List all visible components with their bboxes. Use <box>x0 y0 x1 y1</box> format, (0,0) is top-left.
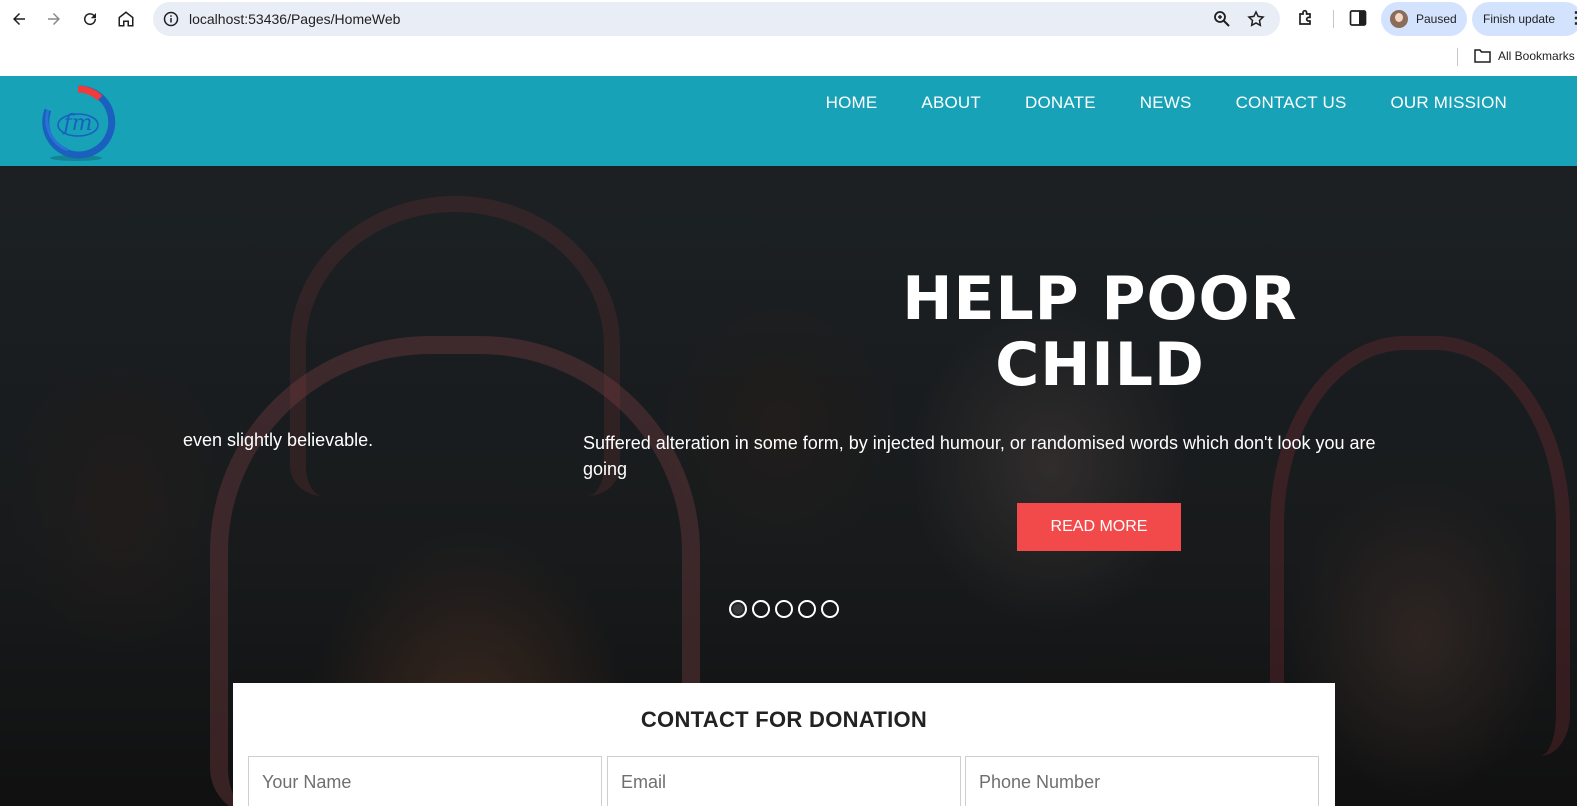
toolbar-divider <box>1333 10 1334 28</box>
phone-input[interactable] <box>966 757 1318 806</box>
donation-form: CONTACT FOR DONATION <box>233 683 1335 806</box>
extensions-icon[interactable] <box>1296 8 1316 28</box>
nav-contact-us[interactable]: CONTACT US <box>1236 93 1347 113</box>
menu-kebab-icon[interactable]: ⋮ <box>1568 11 1577 27</box>
site-header: fm HOME ABOUT DONATE NEWS CONTACT US OUR… <box>0 76 1577 166</box>
site-info-icon[interactable] <box>163 11 179 27</box>
side-panel-icon[interactable] <box>1349 9 1367 27</box>
site-logo[interactable]: fm <box>38 80 118 162</box>
finish-update-button[interactable]: Finish update ⋮ <box>1472 2 1577 36</box>
email-input[interactable] <box>608 757 960 806</box>
finish-update-label: Finish update <box>1483 12 1556 26</box>
hero-title-line2: CHILD <box>995 330 1205 400</box>
back-arrow-icon <box>13 13 25 25</box>
slider-dot-5[interactable] <box>821 600 839 618</box>
nav-our-mission[interactable]: OUR MISSION <box>1391 93 1508 113</box>
home-button[interactable] <box>114 7 138 31</box>
slider-dots <box>729 600 839 618</box>
slider-dot-3[interactable] <box>775 600 793 618</box>
home-icon <box>118 11 134 27</box>
bookmarks-bar: All Bookmarks <box>0 38 1577 76</box>
hero-description: Suffered alteration in some form, by inj… <box>583 433 1376 479</box>
reload-button[interactable] <box>78 7 102 31</box>
nav-news[interactable]: NEWS <box>1140 93 1192 113</box>
name-input[interactable] <box>249 757 601 806</box>
all-bookmarks-link[interactable]: All Bookmarks <box>1498 49 1575 63</box>
zoom-icon[interactable] <box>1213 10 1231 28</box>
url-text[interactable]: localhost:53436/Pages/HomeWeb <box>189 11 400 27</box>
hero-title: HELP POOR CHILD <box>840 266 1360 398</box>
slider-dot-4[interactable] <box>798 600 816 618</box>
main-nav: HOME ABOUT DONATE NEWS CONTACT US OUR MI… <box>782 93 1507 113</box>
profile-status: Paused <box>1416 12 1457 26</box>
back-button[interactable] <box>7 7 31 31</box>
read-more-button[interactable]: READ MORE <box>1017 503 1181 551</box>
forward-button[interactable] <box>42 7 66 31</box>
reload-icon <box>84 13 97 26</box>
forward-arrow-icon <box>48 13 60 25</box>
bookmark-star-icon[interactable] <box>1246 9 1266 29</box>
phone-field-wrapper <box>965 756 1319 806</box>
browser-toolbar: localhost:53436/Pages/HomeWeb Paused Fin… <box>0 0 1577 38</box>
profile-button[interactable]: Paused <box>1381 2 1467 36</box>
avatar <box>1390 10 1408 28</box>
slider-dot-1[interactable] <box>729 600 747 618</box>
previous-slide-text: even slightly believable. <box>183 430 374 450</box>
bookmarks-divider <box>1457 48 1458 66</box>
donation-title: CONTACT FOR DONATION <box>640 707 928 732</box>
name-field-wrapper <box>248 756 602 806</box>
hero-title-line1: HELP POOR <box>902 264 1298 334</box>
nav-about[interactable]: ABOUT <box>921 93 981 113</box>
folder-icon <box>1474 49 1491 63</box>
address-bar[interactable]: localhost:53436/Pages/HomeWeb <box>153 2 1280 36</box>
nav-home[interactable]: HOME <box>826 93 878 113</box>
slider-dot-2[interactable] <box>752 600 770 618</box>
email-field-wrapper <box>607 756 961 806</box>
nav-donate[interactable]: DONATE <box>1025 93 1096 113</box>
